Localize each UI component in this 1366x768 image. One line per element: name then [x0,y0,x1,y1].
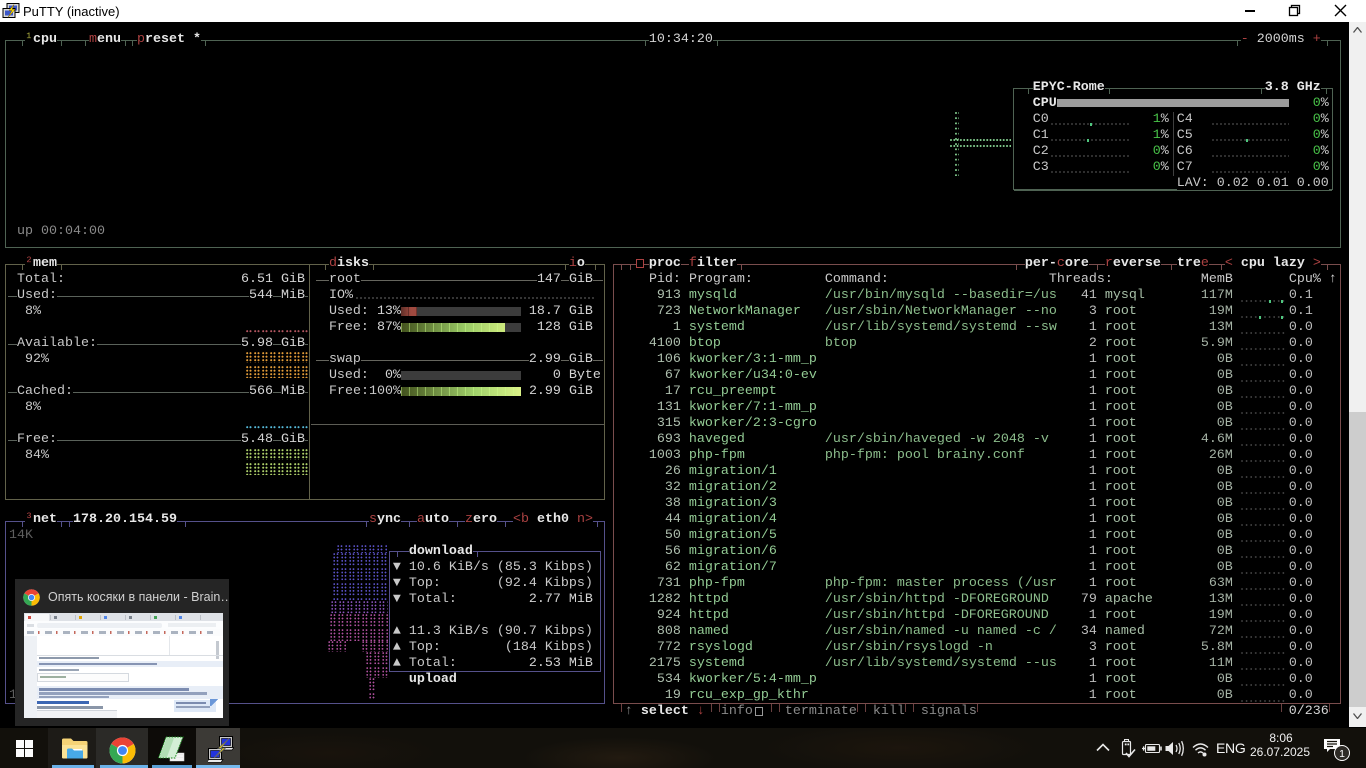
svg-text:1: 1 [1339,748,1345,760]
